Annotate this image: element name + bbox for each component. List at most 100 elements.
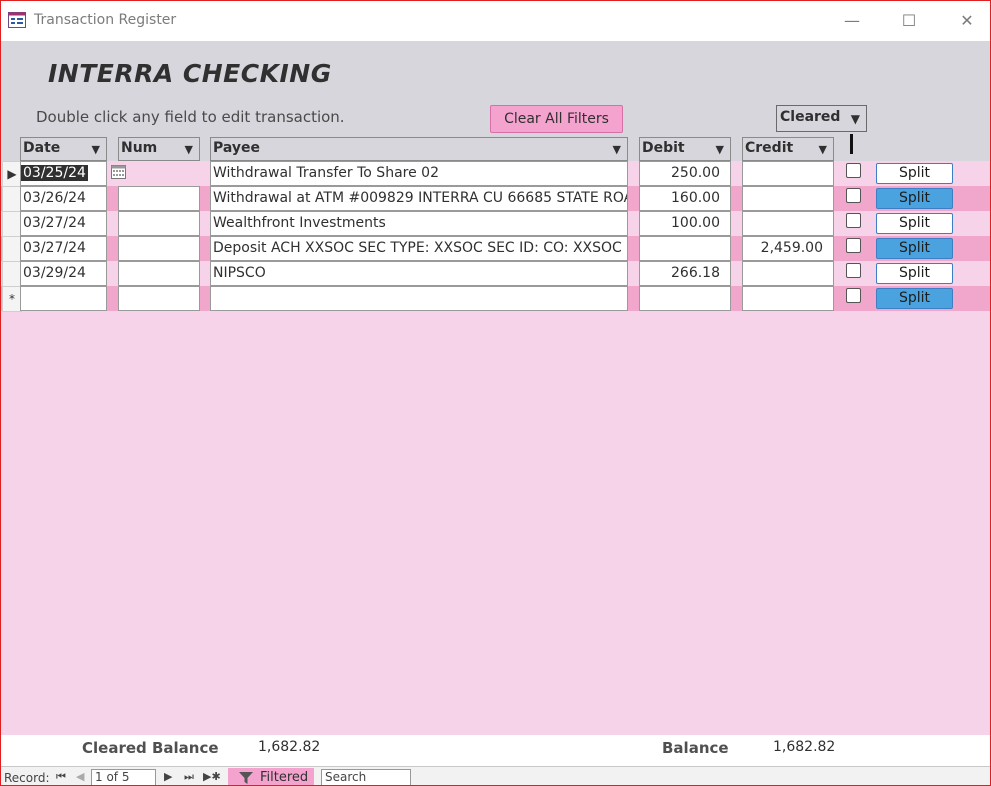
close-button[interactable]: ✕ (957, 11, 977, 31)
debit-field[interactable]: 100.00 (639, 211, 731, 236)
filter-dropdown-icon[interactable]: ▼ (716, 143, 724, 156)
split-button[interactable]: Split (876, 288, 953, 309)
debit-field[interactable]: 266.18 (639, 261, 731, 286)
cleared-column-marker (850, 134, 853, 154)
table-row[interactable]: 03/27/24 Wealthfront Investments 100.00 … (1, 211, 990, 237)
split-button[interactable]: Split (876, 263, 953, 284)
table-row[interactable]: ▶ 03/25/24 Withdrawal Transfer To Share … (1, 161, 990, 187)
column-header-debit[interactable]: Debit ▼ (639, 137, 731, 161)
column-header-date-label: Date (23, 140, 61, 156)
date-value: 03/25/24 (21, 165, 88, 181)
next-record-icon[interactable]: ▶ (164, 770, 172, 783)
cleared-checkbox[interactable] (846, 163, 861, 178)
search-input[interactable]: Search (321, 769, 411, 785)
credit-field[interactable] (742, 211, 834, 236)
cleared-balance-label: Cleared Balance (82, 739, 219, 757)
table-row[interactable]: 03/26/24 Withdrawal at ATM #009829 INTER… (1, 186, 990, 212)
cleared-checkbox[interactable] (846, 263, 861, 278)
date-field[interactable] (20, 286, 107, 311)
split-button[interactable]: Split (876, 163, 953, 184)
debit-field[interactable] (639, 236, 731, 261)
column-header-date[interactable]: Date ▼ (20, 137, 107, 161)
date-field[interactable]: 03/25/24 (20, 161, 107, 186)
cleared-checkbox[interactable] (846, 238, 861, 253)
cleared-balance-value: 1,682.82 (258, 739, 321, 755)
split-button[interactable]: Split (876, 188, 953, 209)
split-button[interactable]: Split (876, 238, 953, 259)
column-header-num[interactable]: Num ▼ (118, 137, 200, 161)
record-selector[interactable] (2, 236, 22, 262)
balance-label: Balance (662, 739, 729, 757)
payee-field[interactable]: Deposit ACH XXSOC SEC TYPE: XXSOC SEC ID… (210, 236, 628, 261)
debit-field[interactable]: 250.00 (639, 161, 731, 186)
edit-hint-label: Double click any field to edit transacti… (36, 108, 345, 126)
record-selector[interactable] (2, 186, 22, 212)
credit-field[interactable] (742, 161, 834, 186)
filter-dropdown-icon[interactable]: ▼ (613, 143, 621, 156)
record-selector[interactable]: ▶ (2, 161, 22, 187)
new-record-icon[interactable]: ▶✱ (203, 770, 221, 783)
num-field[interactable] (118, 161, 200, 186)
column-header-credit-label: Credit (745, 140, 794, 156)
column-header-payee[interactable]: Payee ▼ (210, 137, 628, 161)
credit-field[interactable]: 2,459.00 (742, 236, 834, 261)
record-selector[interactable] (2, 261, 22, 287)
chevron-down-icon: ▼ (850, 112, 860, 126)
payee-field[interactable]: Wealthfront Investments (210, 211, 628, 236)
column-header-credit[interactable]: Credit ▼ (742, 137, 834, 161)
payee-field[interactable]: NIPSCO (210, 261, 628, 286)
record-selector[interactable] (2, 211, 22, 237)
current-record-input[interactable]: 1 of 5 (91, 769, 156, 785)
table-row[interactable]: 03/27/24 Deposit ACH XXSOC SEC TYPE: XXS… (1, 236, 990, 262)
date-field[interactable]: 03/27/24 (20, 211, 107, 236)
credit-field[interactable] (742, 261, 834, 286)
payee-field[interactable]: Withdrawal Transfer To Share 02 (210, 161, 628, 186)
num-field[interactable] (118, 261, 200, 286)
title-bar: Transaction Register — ☐ ✕ (1, 1, 990, 41)
filter-dropdown-icon[interactable]: ▼ (819, 143, 827, 156)
num-field[interactable] (118, 211, 200, 236)
column-header-payee-label: Payee (213, 140, 261, 156)
split-button[interactable]: Split (876, 213, 953, 234)
cleared-checkbox[interactable] (846, 213, 861, 228)
first-record-icon[interactable]: ⏮ (56, 770, 66, 784)
num-value (119, 190, 121, 206)
date-field[interactable]: 03/29/24 (20, 261, 107, 286)
payee-field[interactable]: Withdrawal at ATM #009829 INTERRA CU 666… (210, 186, 628, 211)
new-record-selector[interactable]: * (2, 286, 22, 312)
num-field[interactable] (118, 286, 200, 311)
date-value (21, 290, 23, 306)
filter-dropdown-icon[interactable]: ▼ (185, 143, 193, 156)
payee-field[interactable] (210, 286, 628, 311)
credit-field[interactable] (742, 286, 834, 311)
record-label: Record: (4, 771, 50, 785)
date-field[interactable]: 03/27/24 (20, 236, 107, 261)
date-value: 03/29/24 (23, 265, 86, 281)
minimize-button[interactable]: — (842, 11, 862, 31)
maximize-button[interactable]: ☐ (899, 11, 919, 31)
debit-field[interactable] (639, 286, 731, 311)
column-header-num-label: Num (121, 140, 158, 156)
date-field[interactable]: 03/26/24 (20, 186, 107, 211)
date-value: 03/26/24 (23, 190, 86, 206)
debit-value: 250.00 (671, 165, 720, 181)
cleared-checkbox[interactable] (846, 188, 861, 203)
credit-field[interactable] (742, 186, 834, 211)
cleared-filter-combo[interactable]: Cleared ▼ (776, 105, 867, 132)
date-value: 03/27/24 (23, 240, 86, 256)
payee-value: Wealthfront Investments (213, 215, 386, 231)
filter-toggle[interactable]: Filtered (228, 768, 314, 785)
last-record-icon[interactable]: ⏭ (184, 770, 194, 784)
filter-dropdown-icon[interactable]: ▼ (92, 143, 100, 156)
table-row[interactable]: 03/29/24 NIPSCO 266.18 Split (1, 261, 990, 287)
cleared-combo-label: Cleared (780, 109, 841, 125)
num-field[interactable] (118, 186, 200, 211)
debit-field[interactable]: 160.00 (639, 186, 731, 211)
new-record-row[interactable]: * Split (1, 286, 990, 312)
access-form-window: Transaction Register — ☐ ✕ INTERRA CHECK… (0, 0, 991, 786)
num-field[interactable] (118, 236, 200, 261)
num-value (119, 265, 121, 281)
previous-record-icon[interactable]: ◀ (76, 770, 84, 783)
clear-all-filters-button[interactable]: Clear All Filters (490, 105, 623, 133)
cleared-checkbox[interactable] (846, 288, 861, 303)
